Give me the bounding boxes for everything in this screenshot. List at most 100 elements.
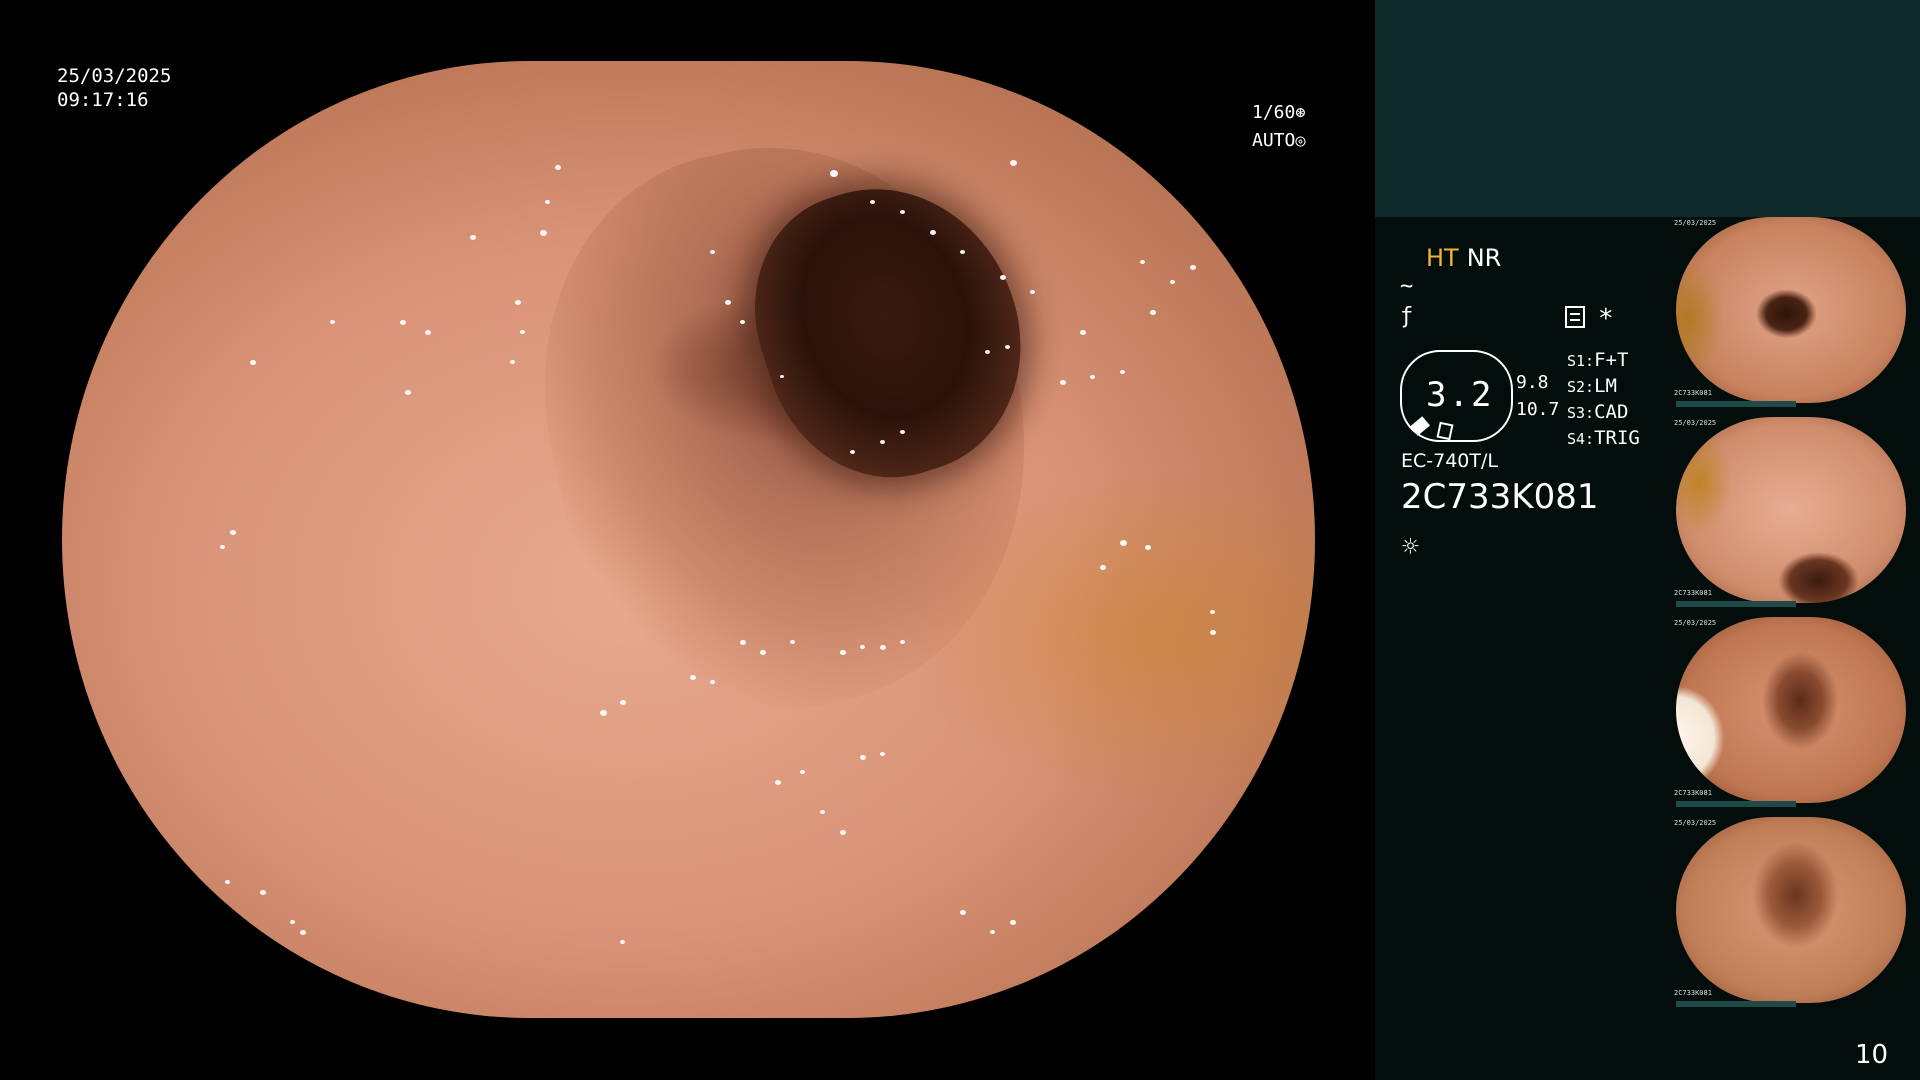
specular-highlight: [1080, 330, 1086, 335]
specular-highlight: [470, 235, 476, 240]
specular-highlight: [1060, 380, 1066, 385]
specular-highlight: [880, 752, 885, 756]
specular-highlight: [930, 230, 936, 235]
captured-image-thumbnail[interactable]: 25/03/2025 2C733K081: [1672, 817, 1912, 1007]
specular-highlight: [740, 320, 745, 324]
specular-highlight: [260, 890, 266, 895]
switch-setting-row: S1:F+T: [1567, 349, 1629, 371]
specular-highlight: [1145, 545, 1151, 550]
date-text: 25/03/2025: [57, 65, 172, 87]
thumbnail-image: [1676, 417, 1906, 603]
specular-highlight: [250, 360, 256, 365]
thumbnail-serial: 2C733K081: [1674, 389, 1712, 397]
specular-highlight: [880, 645, 886, 650]
specular-highlight: [1140, 260, 1145, 264]
ht-label: HT: [1426, 244, 1459, 272]
report-icon: [1565, 306, 1585, 328]
thumbnail-serial: 2C733K081: [1674, 789, 1712, 797]
time-text: 09:17:16: [57, 89, 149, 111]
gauge-lower-value: 10.7: [1516, 399, 1560, 420]
specular-highlight: [880, 440, 885, 444]
specular-highlight: [960, 910, 966, 915]
specular-highlight: [900, 640, 905, 644]
enhancement-modes: HT NR: [1426, 244, 1501, 272]
specular-highlight: [400, 320, 406, 325]
specular-highlight: [1005, 345, 1010, 349]
specular-highlight: [710, 680, 715, 684]
specular-highlight: [230, 530, 236, 535]
specular-highlight: [290, 920, 295, 924]
thumbnail-bar: [1676, 801, 1796, 807]
specular-highlight: [545, 200, 550, 204]
specular-highlight: [740, 640, 746, 645]
specular-highlight: [220, 545, 225, 549]
specular-highlight: [870, 200, 875, 204]
switch-setting-row: S4:TRIG: [1567, 427, 1640, 449]
thumbnail-serial: 2C733K081: [1674, 989, 1712, 997]
thumbnail-image: [1676, 217, 1906, 403]
specular-highlight: [840, 830, 846, 835]
date-time-stamp: 25/03/2025 09:17:16: [57, 64, 171, 112]
thumbnail-bar: [1676, 601, 1796, 607]
iris-icon: ◎: [1295, 131, 1306, 151]
gauge-upper-value: 9.8: [1516, 372, 1549, 393]
asterisk-indicator: *: [1598, 304, 1614, 334]
specular-highlight: [1120, 540, 1127, 546]
specular-highlight: [1010, 160, 1017, 166]
thumbnail-image: [1676, 817, 1906, 1003]
specular-highlight: [850, 450, 855, 454]
shutter-value: 1/60: [1252, 102, 1296, 123]
shutter-readout: 1/60⊛: [1252, 99, 1306, 127]
specular-highlight: [960, 250, 965, 254]
endoscope-main-view: [62, 61, 1315, 1018]
aperture-icon: ⊛: [1295, 103, 1306, 123]
specular-highlight: [710, 250, 715, 254]
specular-highlight: [840, 650, 846, 655]
specular-highlight: [1190, 265, 1196, 270]
specular-highlight: [860, 755, 866, 760]
iris-readout: AUTO◎: [1252, 127, 1306, 155]
specular-highlight: [790, 640, 795, 644]
thumbnail-bar: [1676, 401, 1796, 407]
specular-highlight: [1170, 280, 1175, 284]
thumbnail-date: 25/03/2025: [1674, 219, 1717, 227]
structure-enhance-icon: ƒ: [1400, 304, 1414, 329]
captured-image-thumbnail[interactable]: 25/03/2025 2C733K081: [1672, 417, 1912, 607]
specular-highlight: [540, 230, 547, 236]
thumbnail-date: 25/03/2025: [1674, 819, 1717, 827]
specular-highlight: [990, 930, 995, 934]
scope-model: EC-740T/L: [1401, 450, 1498, 472]
specular-highlight: [620, 940, 625, 944]
scope-serial: 2C733K081: [1401, 477, 1599, 517]
captured-image-thumbnail[interactable]: 25/03/2025 2C733K081: [1672, 617, 1912, 807]
panel-header-area: [1375, 0, 1920, 217]
specular-highlight: [985, 350, 990, 354]
specular-highlight: [555, 165, 561, 170]
specular-highlight: [1000, 275, 1006, 280]
switch-settings: S1:F+T S2:LM S3:CAD S4:TRIG: [1567, 348, 1640, 452]
thumbnail-date: 25/03/2025: [1674, 619, 1717, 627]
specular-highlight: [1210, 630, 1216, 635]
light-source-icon: ☼: [1402, 530, 1419, 563]
thumbnail-bar: [1676, 1001, 1796, 1007]
specular-highlight: [1090, 375, 1095, 379]
specular-highlight: [425, 330, 431, 335]
nr-label: NR: [1466, 244, 1502, 272]
thumbnail-date: 25/03/2025: [1674, 419, 1717, 427]
specular-highlight: [405, 390, 411, 395]
exposure-settings: 1/60⊛ AUTO◎: [1252, 99, 1306, 155]
specular-highlight: [1010, 920, 1016, 925]
specular-highlight: [820, 810, 825, 814]
specular-highlight: [830, 170, 838, 177]
image-count: 10: [1855, 1040, 1889, 1070]
specular-highlight: [510, 360, 515, 364]
specular-highlight: [690, 675, 696, 680]
specular-highlight: [300, 930, 306, 935]
specular-highlight: [600, 710, 607, 716]
specular-highlight: [780, 375, 784, 378]
gauge-value: 3.2: [1426, 375, 1494, 415]
specular-highlight: [520, 330, 525, 334]
specular-highlight: [620, 700, 626, 705]
captured-image-thumbnail[interactable]: 25/03/2025 2C733K081: [1672, 217, 1912, 407]
thumbnail-image: [1676, 617, 1906, 803]
